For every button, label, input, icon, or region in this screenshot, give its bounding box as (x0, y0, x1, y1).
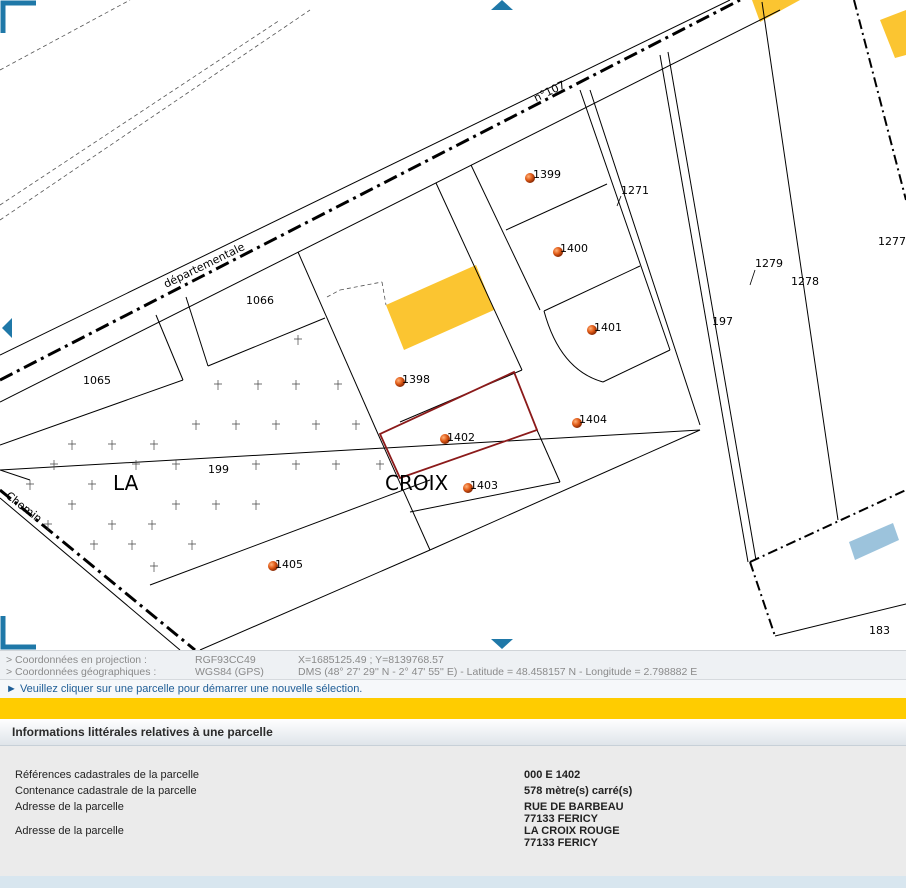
map-canvas[interactable]: 1399 1271 1400 1401 1398 1402 1403 1404 … (0, 0, 906, 650)
parcel-info-panel: Informations littérales relatives à une … (0, 719, 906, 888)
parcel-label: 1279 (755, 257, 783, 270)
road-label-number: n°107 (532, 78, 568, 104)
parcel-label: 1398 (402, 373, 430, 386)
row-value-adresse-1-line1: RUE DE BARBEAU (524, 801, 624, 813)
parcel-markers[interactable] (268, 173, 597, 571)
selection-hint-text: ► Veuillez cliquer sur une parcelle pour… (6, 683, 363, 695)
place-label-la: LA (113, 471, 139, 495)
panel-title: Informations littérales relatives à une … (12, 725, 273, 739)
cemetery-crosses (26, 335, 384, 572)
parcel-label: 1271 (621, 184, 649, 197)
water-area (849, 523, 899, 560)
pan-left-arrow-icon[interactable] (2, 318, 12, 338)
parcel-label: 1404 (579, 413, 607, 426)
pan-down-arrow-icon[interactable] (491, 639, 513, 649)
row-value-adresse-2-line2: 77133 FERICY (524, 837, 598, 849)
road-centerline (0, 0, 741, 650)
parcel-label: 1277 (878, 235, 906, 248)
row-label-references: Références cadastrales de la parcelle (15, 769, 200, 781)
pan-up-arrow-icon[interactable] (491, 0, 513, 10)
panel-footer (0, 876, 906, 888)
row-value-references: 000 E 1402 (524, 769, 581, 781)
building (386, 265, 494, 350)
place-label-croix: CROIX (385, 471, 449, 495)
row-label-contenance: Contenance cadastrale de la parcelle (15, 785, 197, 797)
frame-corner-bottom-left-icon (0, 616, 36, 650)
parcel-label: 197 (712, 315, 733, 328)
cadastral-map[interactable]: 1399 1271 1400 1401 1398 1402 1403 1404 … (0, 0, 906, 650)
frame-corner-top-left-icon (0, 0, 36, 33)
row-value-adresse-2-line1: LA CROIX ROUGE (524, 825, 620, 837)
geo-system: WGS84 (GPS) (195, 666, 264, 678)
building (880, 10, 906, 58)
parcel-label: 1065 (83, 374, 111, 387)
accent-bar (0, 698, 906, 719)
selection-hint: ► Veuillez cliquer sur une parcelle pour… (0, 679, 906, 698)
row-value-contenance: 578 mètre(s) carré(s) (524, 785, 633, 797)
selected-parcel-1402[interactable] (378, 370, 539, 480)
panel-header: Informations littérales relatives à une … (0, 719, 906, 746)
parcel-label: 1405 (275, 558, 303, 571)
parcel-label: 183 (869, 624, 890, 637)
row-label-adresse-2: Adresse de la parcelle (15, 825, 124, 837)
chemin-edge (0, 497, 181, 650)
parcel-label: 199 (208, 463, 229, 476)
dashed-boundaries (0, 0, 387, 306)
parcel-label: 1401 (594, 321, 622, 334)
building (752, 0, 800, 22)
geo-label: > Coordonnées géographiques : (6, 666, 157, 678)
road-label-departementale: départementale (162, 240, 247, 291)
road-label-chemin: Chemin (3, 489, 44, 525)
parcel-labels: 1399 1271 1400 1401 1398 1402 1403 1404 … (83, 168, 906, 637)
parcel-label: 1402 (447, 431, 475, 444)
row-label-adresse-1: Adresse de la parcelle (15, 801, 124, 813)
parcel-label: 1400 (560, 242, 588, 255)
parcel-label: 1403 (470, 479, 498, 492)
parcel-label: 1399 (533, 168, 561, 181)
parcel-label: 1066 (246, 294, 274, 307)
geo-value: DMS (48° 27' 29'' N - 2° 47' 55'' E) - L… (298, 666, 698, 678)
parcel-label: 1278 (791, 275, 819, 288)
row-value-adresse-1-line2: 77133 FERICY (524, 813, 598, 825)
